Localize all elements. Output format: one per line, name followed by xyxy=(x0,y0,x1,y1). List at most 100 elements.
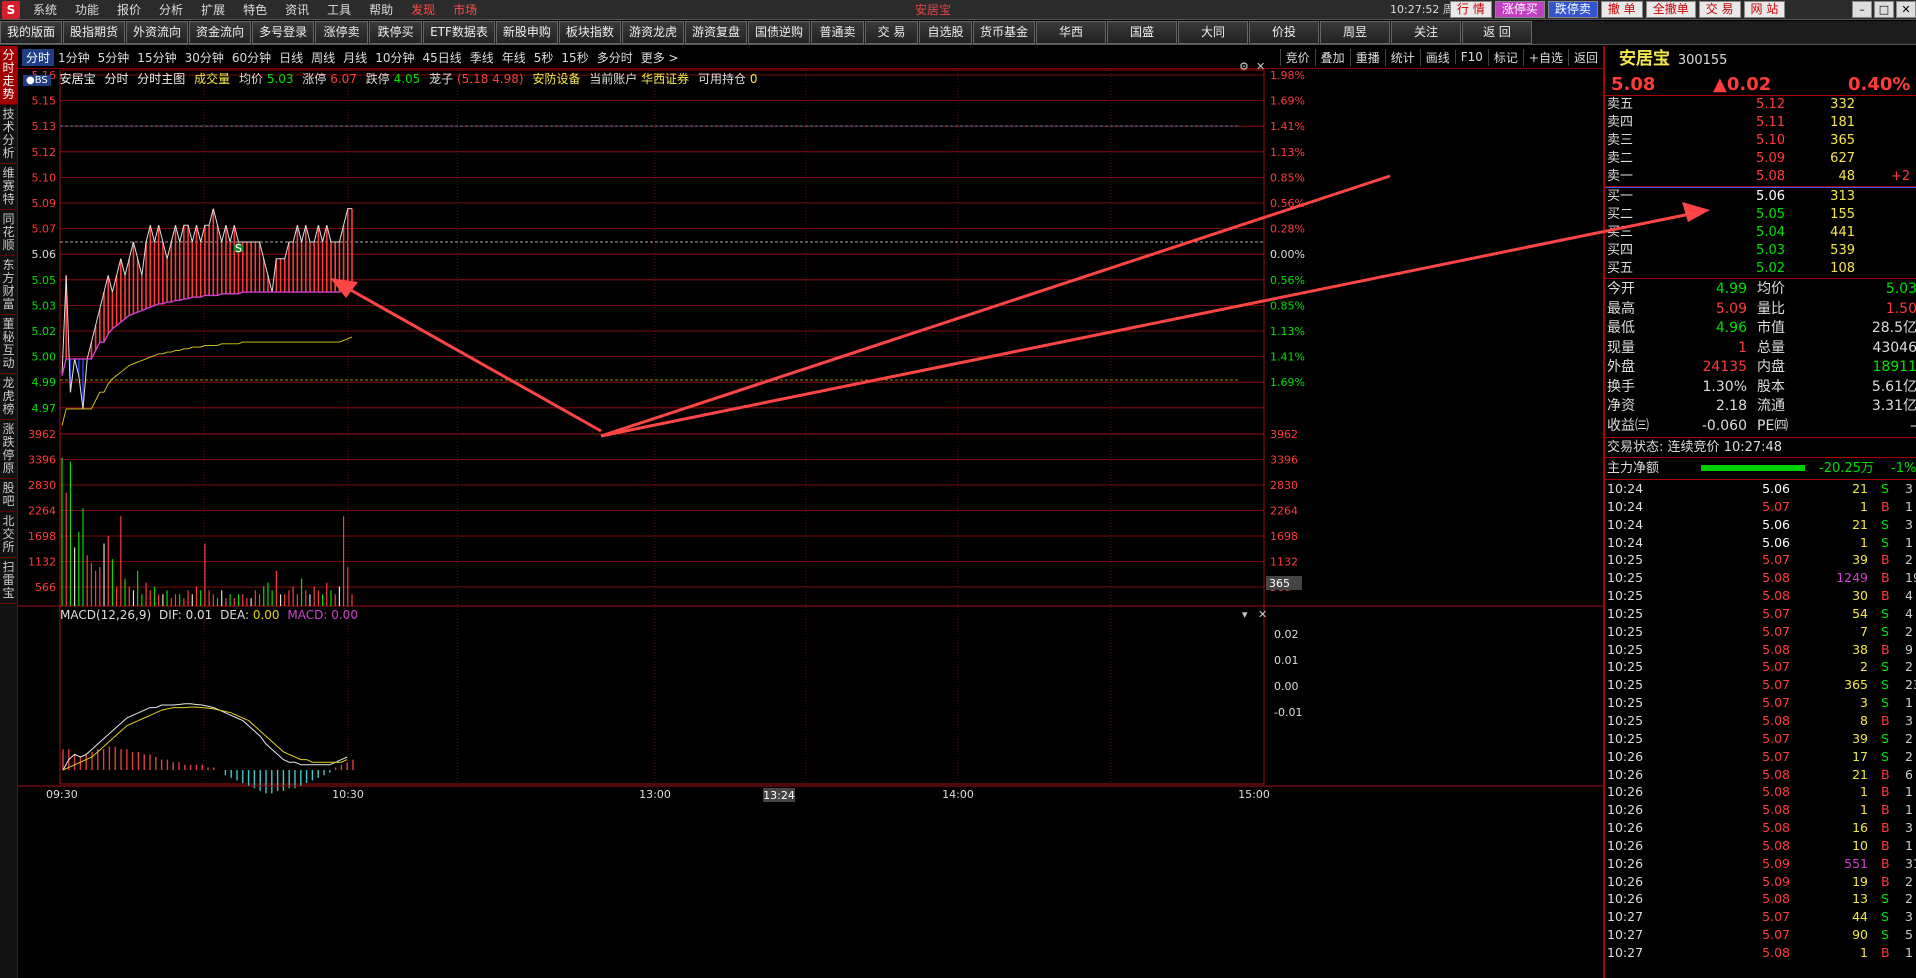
main-chart-label[interactable]: 分时主图 xyxy=(137,72,185,86)
ask-row[interactable]: 卖二 5.09 627 xyxy=(1605,150,1916,168)
toolbar-button-20[interactable]: 价投 xyxy=(1249,21,1319,44)
side-tab-2[interactable]: 维赛特 xyxy=(0,164,17,210)
toolbar-button-12[interactable]: 国债逆购 xyxy=(747,21,810,44)
maximize-button[interactable]: □ xyxy=(1874,1,1894,18)
side-tab-8[interactable]: 股吧 xyxy=(0,479,17,512)
bid-row[interactable]: 买一 5.06 313 xyxy=(1605,188,1916,206)
side-tab-10[interactable]: 扫雷宝 xyxy=(0,558,17,604)
toolbar-button-8[interactable]: 新股申购 xyxy=(495,21,558,44)
ask-row[interactable]: 卖三 5.10 365 xyxy=(1605,132,1916,150)
side-tab-3[interactable]: 同花顺 xyxy=(0,210,17,256)
toolbar-button-18[interactable]: 国盛 xyxy=(1107,21,1177,44)
side-tab-0[interactable]: 分时走势 xyxy=(0,46,17,105)
toolbar-button-14[interactable]: 交 易 xyxy=(864,21,918,44)
main-flow[interactable]: 主力净额 -20.25万 -1% xyxy=(1605,458,1916,480)
toolbar-button-3[interactable]: 资金流向 xyxy=(189,21,252,44)
toolbar-button-4[interactable]: 多号登录 xyxy=(252,21,315,44)
toolbar-button-17[interactable]: 华西 xyxy=(1036,21,1106,44)
toolbar-button-1[interactable]: 股指期货 xyxy=(63,21,126,44)
bs-badge[interactable]: ●BS xyxy=(23,75,51,86)
quick-button-4[interactable]: 全撤单 xyxy=(1645,1,1696,18)
stat-value-2: 5.03 xyxy=(1885,281,1916,297)
toolbar-button-7[interactable]: ETF数据表 xyxy=(423,21,495,44)
side-tab-5[interactable]: 董秘互动 xyxy=(0,315,17,374)
stat-label-2: 总量 xyxy=(1757,339,1785,356)
menu-item-0[interactable]: 系统 xyxy=(24,0,66,20)
toolbar-button-13[interactable]: 普通卖 xyxy=(810,21,864,44)
menu-item-3[interactable]: 分析 xyxy=(150,0,192,20)
bid-row[interactable]: 买三 5.04 441 xyxy=(1605,224,1916,242)
bid-row[interactable]: 买二 5.05 155 xyxy=(1605,206,1916,224)
macd-close-icon[interactable]: ✕ xyxy=(1258,608,1267,621)
bid-row[interactable]: 买五 5.02 108 xyxy=(1605,260,1916,278)
side-tab-7[interactable]: 涨跌停原 xyxy=(0,420,17,479)
trade-status-value: 连续竞价 xyxy=(1667,440,1720,455)
sector-link[interactable]: 安防设备 xyxy=(532,72,580,86)
quick-button-0[interactable]: 行 情 xyxy=(1450,1,1492,18)
stat-value: 1.30% xyxy=(1702,378,1747,395)
tick-price: 5.07 xyxy=(1762,623,1790,639)
bid-label: 买二 xyxy=(1607,207,1634,222)
tick-side: B xyxy=(1881,837,1890,853)
side-tab-1[interactable]: 技术分析 xyxy=(0,105,17,164)
settings-icon[interactable]: ⚙ xyxy=(1239,60,1249,73)
toolbar-button-23[interactable]: 返 回 xyxy=(1462,21,1532,44)
stat-label: 今开 xyxy=(1607,281,1635,297)
menu-special-0[interactable]: 发现 xyxy=(402,0,444,20)
tick-volume: 39 xyxy=(1852,552,1868,568)
tick-side: B xyxy=(1881,944,1890,960)
quick-button-5[interactable]: 交 易 xyxy=(1698,1,1741,18)
toolbar-button-9[interactable]: 板块指数 xyxy=(558,21,621,44)
tick-count: 1 xyxy=(1905,784,1913,800)
tick-list[interactable]: 10:24 5.06 21 S 3 10:24 5.07 1 B 1 10:24 5.06 21 S 3 10… xyxy=(1605,480,1916,962)
side-tab-4[interactable]: 东方财富 xyxy=(0,256,17,315)
toolbar-button-16[interactable]: 货币基金 xyxy=(972,21,1035,44)
tick-volume: 7 xyxy=(1860,623,1868,639)
tick-time: 10:26 xyxy=(1607,855,1644,871)
tick-row: 10:26 5.08 21 B 6 xyxy=(1605,766,1916,784)
mode-label[interactable]: 分时 xyxy=(104,72,128,86)
toolbar-button-22[interactable]: 关注 xyxy=(1391,21,1461,44)
account-value[interactable]: 华西证券 xyxy=(641,72,689,86)
tick-count: 4 xyxy=(1905,588,1913,604)
toolbar-button-5[interactable]: 涨停卖 xyxy=(315,21,369,44)
intraday-chart-panel: 分时 1分钟 5分钟 15分钟 30分钟 60分钟 日线 周线 月线 10分钟 45日线 季线 年线 5秒… xyxy=(18,46,1603,978)
ask-row[interactable]: 卖一 5.08 48 +2 xyxy=(1605,168,1916,186)
menu-item-1[interactable]: 功能 xyxy=(66,0,108,20)
side-tab-6[interactable]: 龙虎榜 xyxy=(0,374,17,420)
quick-button-1[interactable]: 涨停买 xyxy=(1494,1,1545,18)
macd-label[interactable]: MACD(12,26,9) xyxy=(60,608,151,622)
tick-count: 2 xyxy=(1905,891,1913,907)
menu-item-5[interactable]: 特色 xyxy=(234,0,276,20)
panel-close-icon[interactable]: ✕ xyxy=(1256,60,1265,73)
menu-item-2[interactable]: 报价 xyxy=(108,0,150,20)
toolbar-button-19[interactable]: 大同 xyxy=(1178,21,1248,44)
menu-item-8[interactable]: 帮助 xyxy=(360,0,402,20)
dea-value: 0.00 xyxy=(252,608,280,622)
quick-button-6[interactable]: 网 站 xyxy=(1743,1,1786,18)
minimize-button[interactable]: – xyxy=(1852,1,1872,18)
menu-item-6[interactable]: 资讯 xyxy=(276,0,318,20)
close-button[interactable]: ✕ xyxy=(1896,1,1916,18)
menu-item-7[interactable]: 工具 xyxy=(318,0,360,20)
quick-button-2[interactable]: 跌停卖 xyxy=(1547,1,1598,18)
toolbar-button-11[interactable]: 游资复盘 xyxy=(684,21,747,44)
menu-item-4[interactable]: 扩展 xyxy=(192,0,234,20)
toolbar-button-10[interactable]: 游资龙虎 xyxy=(621,21,684,44)
volume-tick-label-right: 3962 xyxy=(1270,428,1298,441)
toolbar-button-2[interactable]: 外资流向 xyxy=(126,21,189,44)
toolbar-button-15[interactable]: 自选股 xyxy=(918,21,972,44)
macd-menu-icon[interactable]: ▾ xyxy=(1242,608,1248,621)
side-tab-9[interactable]: 北交所 xyxy=(0,512,17,558)
tick-volume: 16 xyxy=(1852,820,1868,836)
ask-row[interactable]: 卖五 5.12 332 xyxy=(1605,96,1916,114)
bid-row[interactable]: 买四 5.03 539 xyxy=(1605,242,1916,260)
ask-row[interactable]: 卖四 5.11 181 xyxy=(1605,114,1916,132)
menu-special-1[interactable]: 市场 xyxy=(444,0,486,20)
chart-canvas[interactable]: 5.165.155.135.125.105.095.075.065.055.03… xyxy=(18,46,1603,978)
toolbar-button-6[interactable]: 跌停买 xyxy=(369,21,423,44)
quick-button-3[interactable]: 撤 单 xyxy=(1600,1,1643,18)
toolbar-button-21[interactable]: 周昱 xyxy=(1320,21,1390,44)
toolbar-button-0[interactable]: 我的版面 xyxy=(0,21,63,44)
volume-label[interactable]: 成交量 xyxy=(194,72,230,86)
